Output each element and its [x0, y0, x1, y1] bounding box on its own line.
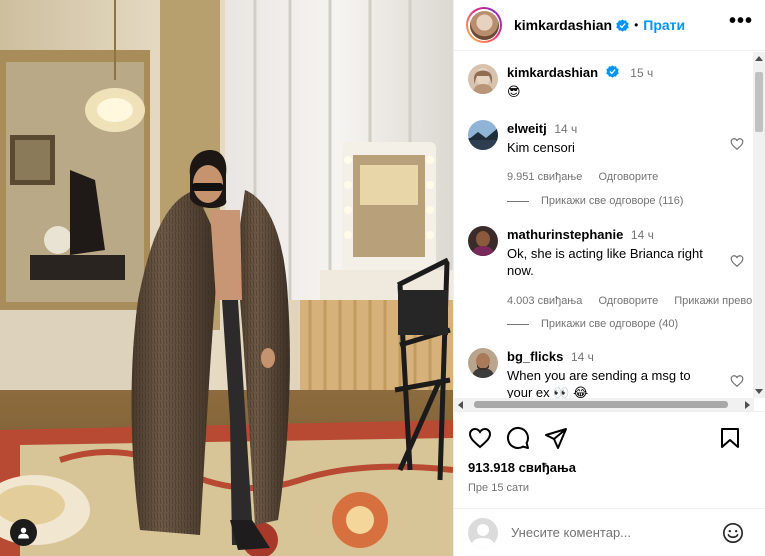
post-actions: 913.918 свиђања Пре 15 сати — [454, 411, 765, 494]
comment-text: Ok, she is acting like Brianca right now… — [507, 246, 703, 278]
likes-count[interactable]: 913.918 свиђања — [468, 460, 752, 475]
avatar[interactable] — [466, 7, 502, 43]
heart-icon[interactable] — [468, 426, 492, 450]
more-options-icon[interactable]: ••• — [729, 10, 753, 41]
view-replies-button[interactable]: Прикажи све одговоре (116) — [507, 195, 683, 207]
comment-time[interactable]: 14 ч — [554, 122, 577, 136]
caption-avatar[interactable] — [468, 64, 498, 94]
comment-text: When you are sending a msg to your ex 👀 … — [507, 368, 691, 400]
post-timestamp[interactable]: Пре 15 сати — [468, 482, 752, 494]
view-replies-label: Прикажи све одговоре (40) — [541, 318, 679, 330]
comment-item: elweitj 14 ч Kim censori 9.951 свиђање О… — [468, 120, 758, 186]
view-replies-button[interactable]: Прикажи све одговоре (40) — [507, 318, 678, 330]
caption-username[interactable]: kimkardashian — [507, 65, 598, 80]
verified-badge-icon — [616, 18, 629, 32]
comment-composer: Унесите коментар... — [454, 508, 765, 556]
comment-meta: 9.951 свиђање Одговорите — [507, 169, 758, 186]
comment-username[interactable]: mathurinstephanie — [507, 227, 623, 242]
comment-avatar[interactable] — [468, 226, 498, 256]
comments-list[interactable]: kimkardashian 15 ч 😎 elweitj 14 ч Kim ce… — [454, 52, 765, 410]
comment-avatar[interactable] — [468, 120, 498, 150]
caption-time[interactable]: 15 ч — [630, 66, 653, 80]
caption: kimkardashian 15 ч 😎 — [468, 64, 758, 100]
bookmark-icon[interactable] — [718, 426, 742, 450]
user-tag-icon[interactable] — [10, 519, 37, 546]
horizontal-scrollbar[interactable] — [454, 398, 754, 411]
reply-button[interactable]: Одговорите — [598, 171, 658, 183]
send-icon[interactable] — [544, 426, 568, 450]
heart-icon[interactable] — [730, 254, 744, 268]
emoji-icon[interactable] — [722, 522, 744, 544]
heart-icon[interactable] — [730, 374, 744, 388]
scroll-up-icon[interactable] — [755, 56, 763, 61]
reply-button[interactable]: Одговорите — [598, 295, 658, 307]
comment-icon[interactable] — [506, 426, 530, 450]
comment-time[interactable]: 14 ч — [631, 228, 654, 242]
translate-button[interactable]: Прикажи прево — [674, 295, 752, 307]
comment-time[interactable]: 14 ч — [571, 350, 594, 364]
verified-badge-icon — [605, 65, 619, 78]
comment-meta: 4.003 свиђања Одговорите Прикажи прево — [507, 293, 758, 310]
comment-item: bg_flicks 14 ч When you are sending a ms… — [468, 348, 758, 401]
post-photo[interactable] — [0, 0, 453, 556]
scroll-right-icon[interactable] — [745, 401, 750, 409]
comment-username[interactable]: elweitj — [507, 121, 547, 136]
comment-text: Kim censori — [507, 140, 575, 155]
post-author-username[interactable]: kimkardashian — [514, 17, 612, 33]
scroll-left-icon[interactable] — [458, 401, 463, 409]
scroll-thumb[interactable] — [755, 72, 763, 132]
scroll-thumb[interactable] — [474, 401, 728, 408]
vertical-scrollbar[interactable] — [753, 52, 765, 398]
comment-likes[interactable]: 4.003 свиђања — [507, 295, 582, 307]
separator-dot: • — [634, 18, 639, 32]
scroll-down-icon[interactable] — [755, 389, 763, 394]
comment-likes[interactable]: 9.951 свиђање — [507, 171, 582, 183]
post-sidebar: kimkardashian • Прати ••• kimkardashian … — [453, 0, 765, 556]
comment-input[interactable]: Унесите коментар... — [511, 525, 722, 540]
comment-username[interactable]: bg_flicks — [507, 349, 563, 364]
view-replies-label: Прикажи све одговоре (116) — [541, 195, 684, 207]
photo-illustration — [0, 0, 453, 556]
follow-button[interactable]: Прати — [643, 17, 685, 33]
avatar — [468, 517, 498, 548]
comment-avatar[interactable] — [468, 348, 498, 378]
post-header: kimkardashian • Прати ••• — [454, 0, 765, 51]
caption-text: 😎 — [507, 84, 521, 99]
heart-icon[interactable] — [730, 137, 744, 151]
comment-item: mathurinstephanie 14 ч Ok, she is acting… — [468, 226, 758, 310]
